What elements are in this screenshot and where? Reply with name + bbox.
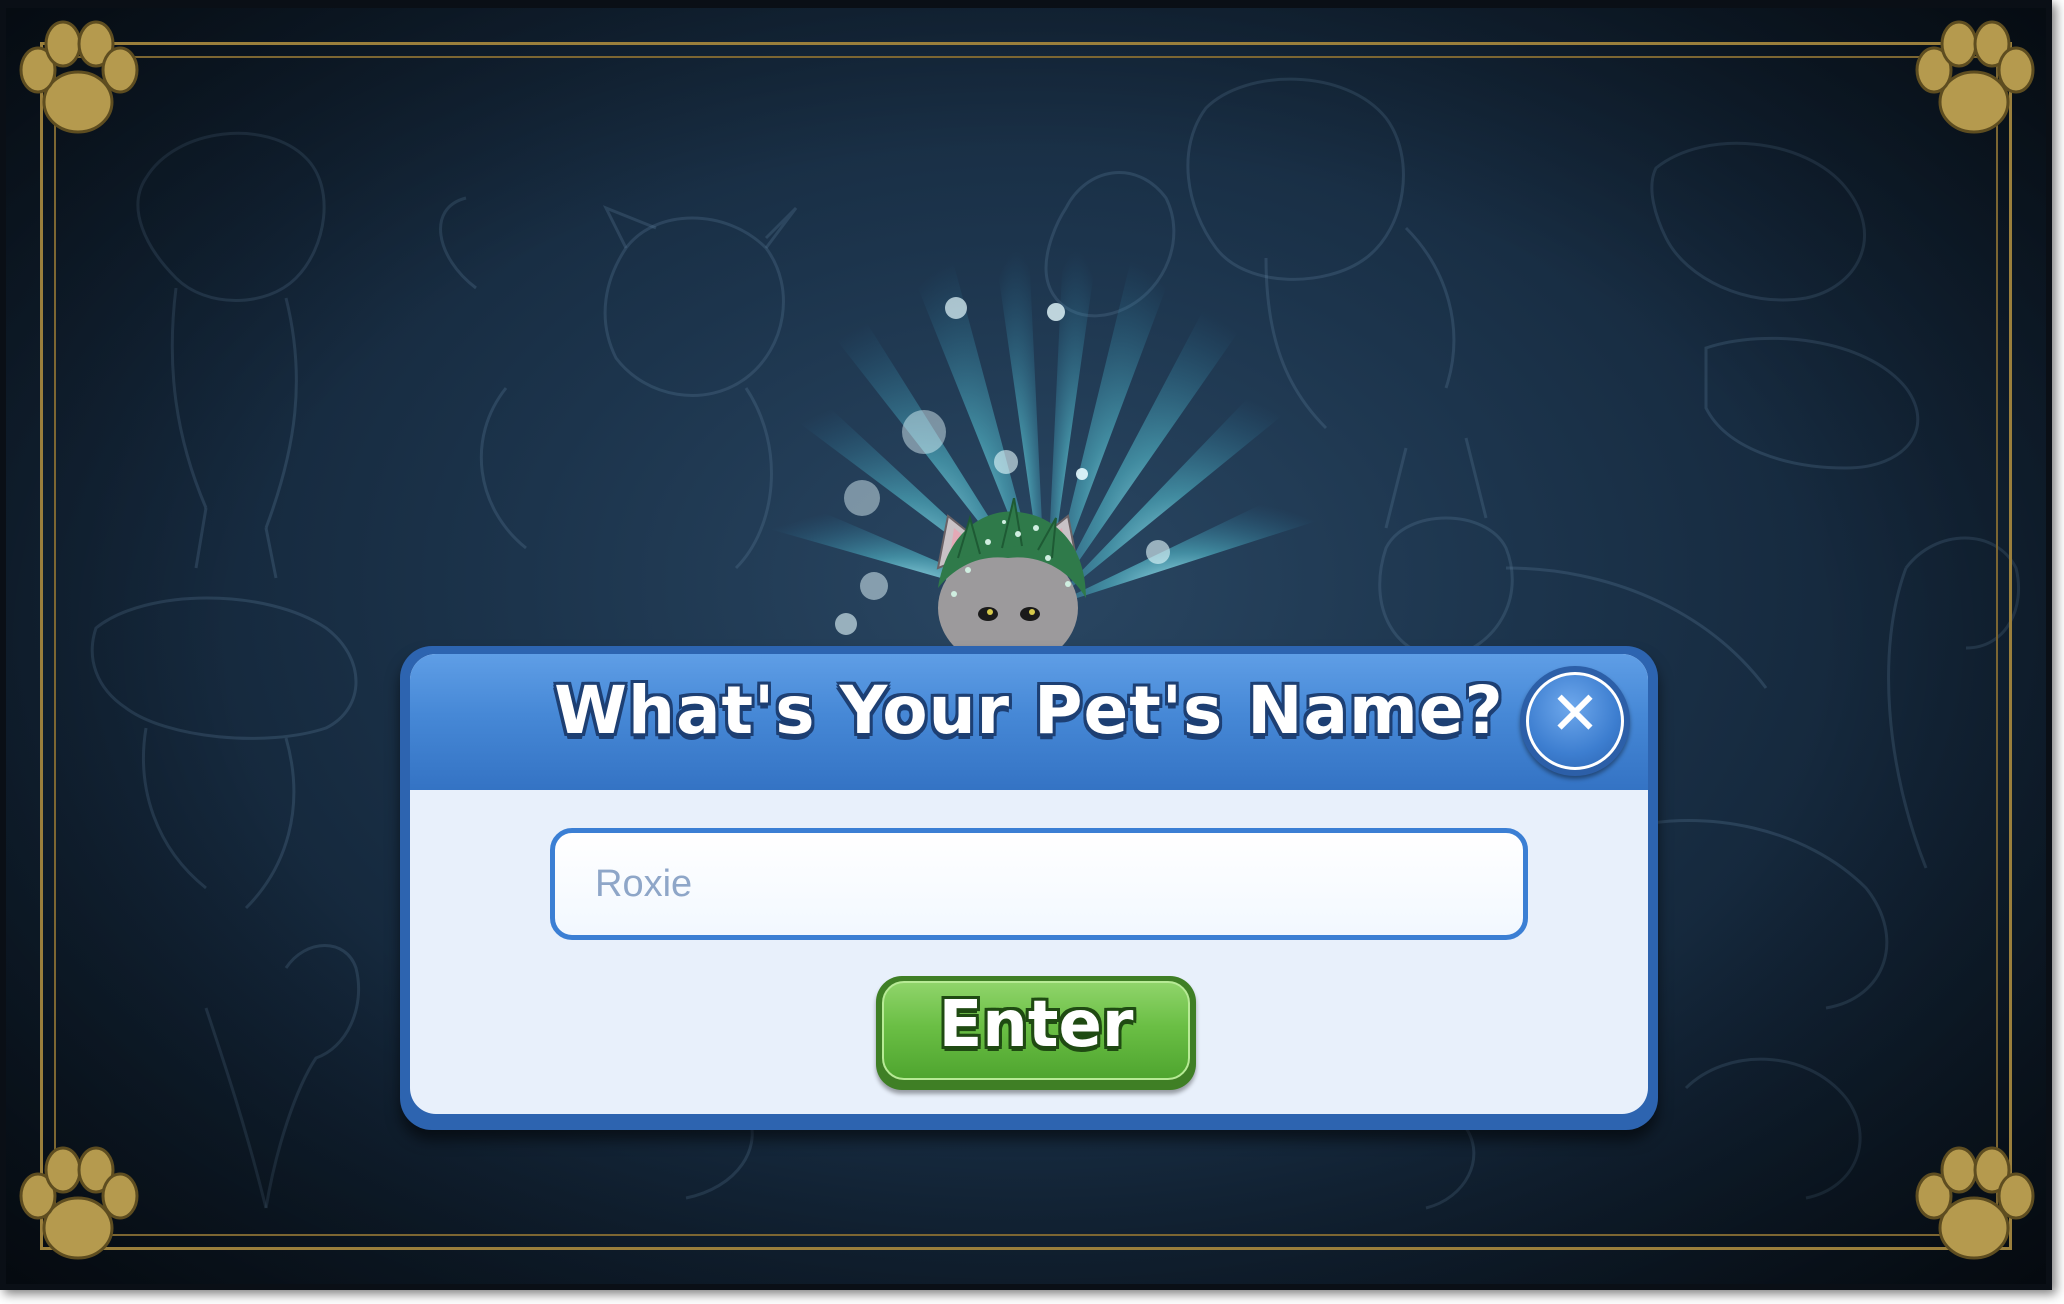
game-background: What's Your Pet's Name? Enter ✕ (6, 8, 2046, 1284)
paw-print-icon (19, 1146, 139, 1260)
paw-print-icon (19, 20, 139, 134)
close-button[interactable]: ✕ (1520, 666, 1630, 776)
dialog-body: What's Your Pet's Name? Enter (410, 654, 1648, 1114)
pet-name-dialog: What's Your Pet's Name? Enter ✕ (400, 646, 1658, 1130)
dialog-header: What's Your Pet's Name? (410, 654, 1648, 790)
pet-name-input[interactable] (550, 828, 1528, 940)
paw-print-icon (1915, 1146, 2035, 1260)
pet-kitten (936, 498, 1086, 648)
paw-print-icon (1915, 20, 2035, 134)
enter-button[interactable]: Enter (876, 976, 1196, 1090)
dialog-title: What's Your Pet's Name? (554, 672, 1504, 749)
close-icon: ✕ (1549, 679, 1601, 749)
enter-button-label: Enter (938, 988, 1134, 1062)
